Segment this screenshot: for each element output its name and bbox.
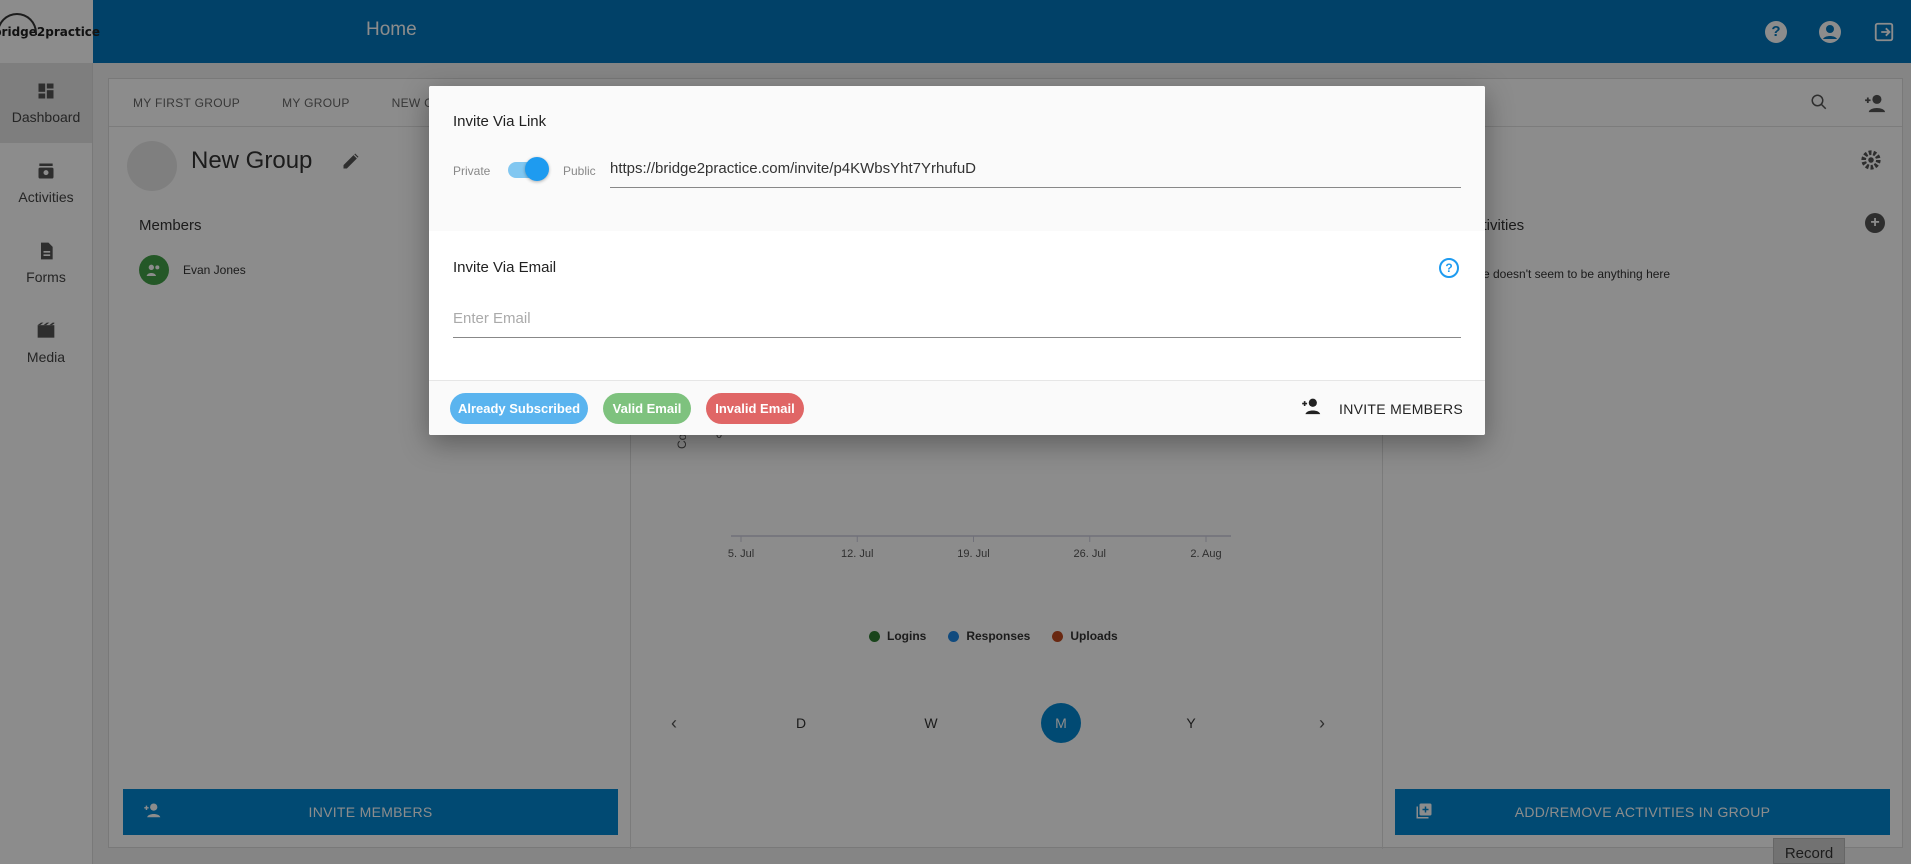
invite-link-section: Invite Via Link Private Public https://b…: [429, 86, 1485, 231]
public-label: Public: [563, 164, 596, 178]
invite-email-heading: Invite Via Email: [453, 259, 557, 276]
invite-dialog: Invite Via Link Private Public https://b…: [429, 86, 1485, 435]
add-person-icon: [1301, 397, 1323, 420]
valid-email-chip: Valid Email: [603, 393, 691, 424]
help-icon[interactable]: ?: [1439, 258, 1459, 278]
private-label: Private: [453, 164, 491, 178]
already-subscribed-chip: Already Subscribed: [450, 393, 588, 424]
invite-dialog-footer: Already Subscribed Valid Email Invalid E…: [429, 380, 1485, 435]
invite-link-field[interactable]: https://bridge2practice.com/invite/p4KWb…: [610, 160, 1461, 188]
toggle-knob[interactable]: [525, 157, 549, 181]
invalid-email-chip: Invalid Email: [706, 393, 804, 424]
invite-members-submit-button[interactable]: INVITE MEMBERS: [1301, 393, 1463, 424]
invite-link-heading: Invite Via Link: [453, 113, 547, 130]
email-input[interactable]: [453, 310, 1461, 338]
